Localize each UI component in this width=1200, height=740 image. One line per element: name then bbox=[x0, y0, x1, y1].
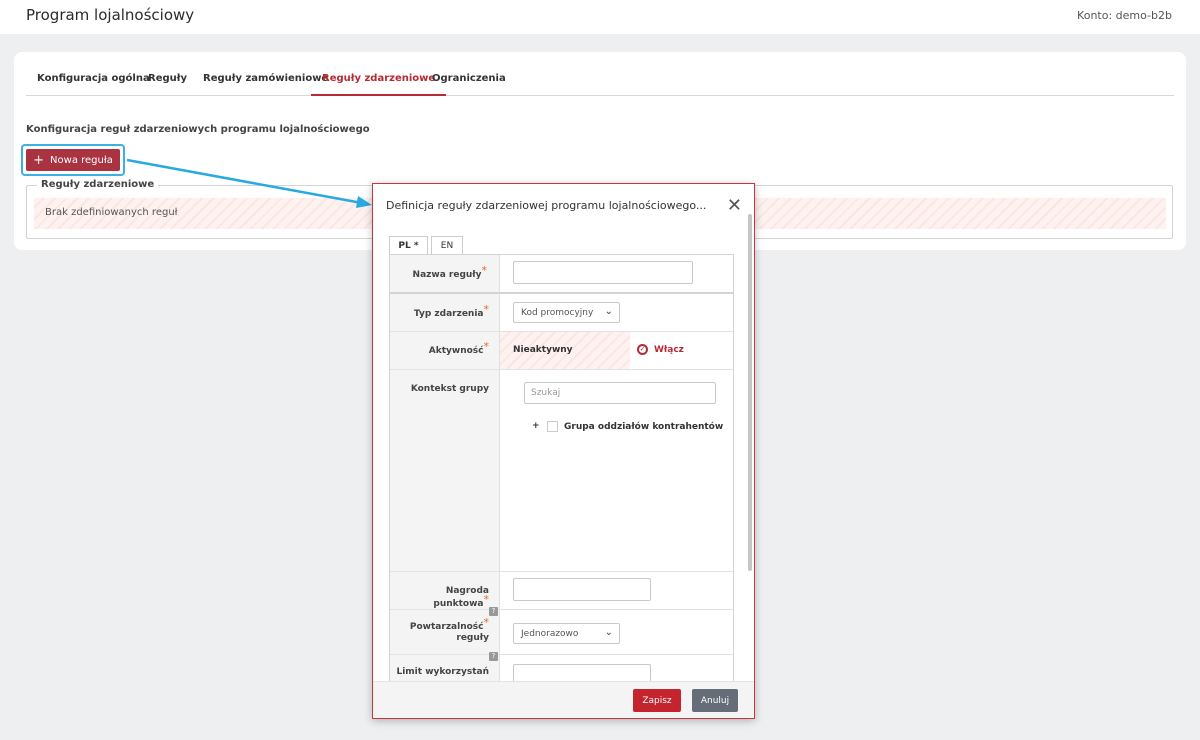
repeat-row: Powtarzalność* reguły Jednorazowo ⌄ bbox=[390, 610, 733, 655]
tab-lang-en[interactable]: EN bbox=[431, 236, 463, 255]
cancel-button[interactable]: Anuluj bbox=[692, 689, 738, 712]
new-rule-label: Nowa reguła bbox=[50, 154, 113, 166]
chevron-down-icon: ⌄ bbox=[604, 306, 613, 317]
page-title: Program lojalnościowy bbox=[26, 6, 195, 24]
fieldset-legend: Reguły zdarzeniowe bbox=[37, 179, 159, 190]
repeat-label: Powtarzalność* reguły bbox=[409, 616, 489, 643]
dialog-footer: Zapisz Anuluj bbox=[373, 681, 754, 718]
dialog-title: Definicja reguły zdarzeniowej programu l… bbox=[386, 199, 707, 212]
new-rule-button[interactable]: + Nowa reguła bbox=[26, 149, 120, 171]
expand-icon[interactable]: + bbox=[532, 422, 541, 431]
tab-event-rules[interactable]: Reguły zdarzeniowe bbox=[311, 73, 447, 96]
chevron-down-icon: ⌄ bbox=[604, 627, 613, 638]
check-circle-icon: ✓ bbox=[637, 344, 648, 355]
limit-row: Limit wykorzystań bbox=[390, 655, 733, 682]
name-label: Nazwa reguły* bbox=[412, 264, 487, 280]
plus-icon: + bbox=[33, 152, 45, 168]
rule-details-section: Typ zdarzenia* Kod promocyjny ⌄ Nieaktyw… bbox=[389, 293, 734, 683]
limit-label: Limit wykorzystań bbox=[396, 667, 489, 677]
tab-rules[interactable]: Reguły bbox=[148, 73, 187, 96]
dialog-scrollbar[interactable] bbox=[748, 214, 752, 571]
top-bar: Program lojalnościowy Konto: demo-b2b bbox=[0, 0, 1200, 34]
tab-general-config[interactable]: Konfiguracja ogólna bbox=[37, 73, 150, 96]
points-input[interactable] bbox=[513, 578, 651, 601]
event-type-row: Typ zdarzenia* Kod promocyjny ⌄ bbox=[390, 294, 733, 332]
close-icon[interactable]: ✕ bbox=[727, 196, 742, 214]
repeat-select[interactable]: Jednorazowo ⌄ bbox=[513, 623, 620, 644]
activity-label: Aktywność* bbox=[428, 340, 489, 356]
name-section: Nazwa reguły* bbox=[389, 254, 734, 293]
save-button[interactable]: Zapisz bbox=[633, 689, 681, 712]
points-label: Nagroda punktowa* bbox=[433, 586, 489, 609]
tab-lang-pl[interactable]: PL * bbox=[389, 236, 428, 255]
new-rule-highlight: + Nowa reguła bbox=[21, 144, 125, 176]
tree-item-label: Grupa oddziałów kontrahentów bbox=[564, 421, 724, 432]
tab-limits[interactable]: Ograniczenia bbox=[432, 73, 506, 96]
event-type-label: Typ zdarzenia* bbox=[413, 303, 489, 319]
section-title: Konfiguracja reguł zdarzeniowych program… bbox=[26, 124, 370, 135]
group-search-input[interactable]: Szukaj bbox=[524, 382, 716, 404]
rule-definition-dialog: Definicja reguły zdarzeniowej programu l… bbox=[372, 183, 755, 719]
rule-name-input[interactable] bbox=[513, 261, 693, 284]
activity-status: Nieaktywny bbox=[500, 332, 630, 369]
empty-rules-text: Brak zdefiniowanych reguł bbox=[45, 207, 178, 218]
tab-order-rules[interactable]: Reguły zamówieniowe bbox=[203, 73, 328, 96]
tab-bar: Konfiguracja ogólna Reguły Reguły zamówi… bbox=[26, 68, 1174, 96]
enable-button[interactable]: ✓ Włącz bbox=[637, 344, 684, 355]
group-context-label: Kontekst grupy bbox=[410, 384, 489, 394]
activity-row: Nieaktywny Aktywność* ✓ Włącz bbox=[390, 332, 733, 370]
tree-checkbox[interactable] bbox=[547, 421, 558, 432]
account-label: Konto: demo-b2b bbox=[1077, 9, 1172, 22]
event-type-select[interactable]: Kod promocyjny ⌄ bbox=[513, 302, 620, 323]
points-row: Nagroda punktowa* bbox=[390, 572, 733, 610]
tree-item: + Grupa oddziałów kontrahentów bbox=[532, 421, 723, 432]
